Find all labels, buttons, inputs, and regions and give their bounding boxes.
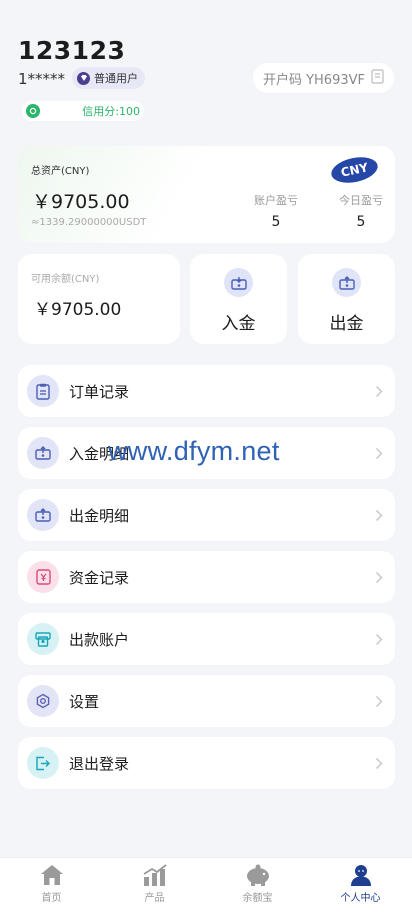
menu-label: 资金记录 bbox=[69, 568, 130, 587]
user-level-badge: 普通用户 bbox=[72, 67, 145, 89]
chevron-right-icon bbox=[375, 633, 383, 645]
user-icon bbox=[350, 865, 371, 886]
menu-item-withdraw-details[interactable]: 出金明细 bbox=[18, 489, 395, 541]
total-assets-usdt: ≈1339.29000000USDT bbox=[31, 217, 147, 228]
menu-item-logout[interactable]: 退出登录 bbox=[18, 737, 395, 789]
deposit-label: 入金 bbox=[221, 314, 256, 334]
account-pnl-stat: 账户盈亏 5 bbox=[254, 192, 298, 230]
credit-score-pill: 信用分:100 bbox=[22, 101, 144, 121]
bottom-tab-bar: 首页 产品 余额宝 个人中心 bbox=[0, 857, 412, 915]
account-pnl-label: 账户盈亏 bbox=[254, 194, 298, 207]
fund-record-icon bbox=[27, 561, 59, 593]
invite-code-pill[interactable]: 开户码 YH693VF bbox=[252, 63, 394, 93]
chevron-right-icon bbox=[375, 385, 383, 397]
menu-label: 出金明细 bbox=[69, 506, 130, 525]
chevron-right-icon bbox=[375, 757, 383, 769]
masked-phone: 1***** bbox=[18, 70, 66, 88]
menu-item-settings[interactable]: 设置 bbox=[18, 675, 395, 727]
tab-label: 余额宝 bbox=[242, 893, 273, 904]
today-pnl-value: 5 bbox=[356, 214, 366, 230]
watermark-text: www.dfym.net bbox=[108, 436, 280, 466]
menu-label: 设置 bbox=[69, 692, 100, 711]
tab-home[interactable]: 首页 bbox=[0, 858, 103, 915]
chevron-right-icon bbox=[375, 447, 383, 459]
tab-label: 个人中心 bbox=[340, 893, 381, 904]
tab-products[interactable]: 产品 bbox=[103, 858, 206, 915]
chevron-right-icon bbox=[375, 509, 383, 521]
piggy-bank-icon bbox=[246, 864, 269, 886]
credit-icon bbox=[26, 104, 40, 118]
tab-profile[interactable]: 个人中心 bbox=[309, 858, 412, 915]
atm-card-icon bbox=[27, 623, 59, 655]
currency-badge: CNY bbox=[329, 153, 380, 187]
withdraw-label: 出金 bbox=[329, 314, 364, 334]
logout-icon bbox=[27, 747, 59, 779]
clipboard-icon bbox=[27, 375, 59, 407]
profile-header: 123123 1***** 普通用户 开户码 YH693VF 信用分:100 bbox=[0, 0, 412, 140]
available-balance-card: 可用余额(CNY) ￥9705.00 bbox=[18, 254, 180, 344]
settings-icon bbox=[27, 685, 59, 717]
menu-label: 退出登录 bbox=[69, 754, 130, 773]
menu-item-payout-account[interactable]: 出款账户 bbox=[18, 613, 395, 665]
chart-icon bbox=[143, 864, 167, 886]
chevron-right-icon bbox=[375, 695, 383, 707]
available-balance-label: 可用余额(CNY) bbox=[31, 274, 100, 285]
user-level-label: 普通用户 bbox=[94, 72, 138, 85]
today-pnl-label: 今日盈亏 bbox=[339, 194, 383, 207]
menu-label: 出款账户 bbox=[69, 630, 130, 649]
total-assets-card: 总资产(CNY) ￥9705.00 ≈1339.29000000USDT CNY… bbox=[18, 146, 395, 243]
chevron-right-icon bbox=[375, 571, 383, 583]
deposit-button[interactable]: 入金 bbox=[190, 254, 287, 344]
menu-item-order-records[interactable]: 订单记录 bbox=[18, 365, 395, 417]
total-assets-amount: ￥9705.00 bbox=[32, 191, 130, 213]
withdraw-icon bbox=[27, 499, 59, 531]
account-pnl-value: 5 bbox=[271, 214, 281, 230]
username: 123123 bbox=[18, 36, 126, 65]
tab-yuebao[interactable]: 余额宝 bbox=[206, 858, 309, 915]
home-icon bbox=[40, 865, 63, 885]
today-pnl-stat: 今日盈亏 5 bbox=[339, 192, 383, 230]
menu-item-fund-records[interactable]: 资金记录 bbox=[18, 551, 395, 603]
deposit-icon bbox=[27, 437, 59, 469]
available-balance-amount: ￥9705.00 bbox=[34, 300, 122, 320]
total-assets-title: 总资产(CNY) bbox=[31, 166, 90, 177]
diamond-icon bbox=[77, 71, 90, 85]
invite-code-label: 开户码 YH693VF bbox=[262, 72, 365, 88]
menu-label: 订单记录 bbox=[69, 382, 130, 401]
withdraw-icon bbox=[332, 268, 361, 297]
deposit-icon bbox=[224, 268, 253, 297]
credit-score-label: 信用分:100 bbox=[82, 105, 140, 118]
tab-label: 首页 bbox=[41, 893, 62, 904]
copy-icon[interactable] bbox=[371, 68, 384, 88]
withdraw-button[interactable]: 出金 bbox=[298, 254, 395, 344]
tab-label: 产品 bbox=[144, 893, 165, 904]
